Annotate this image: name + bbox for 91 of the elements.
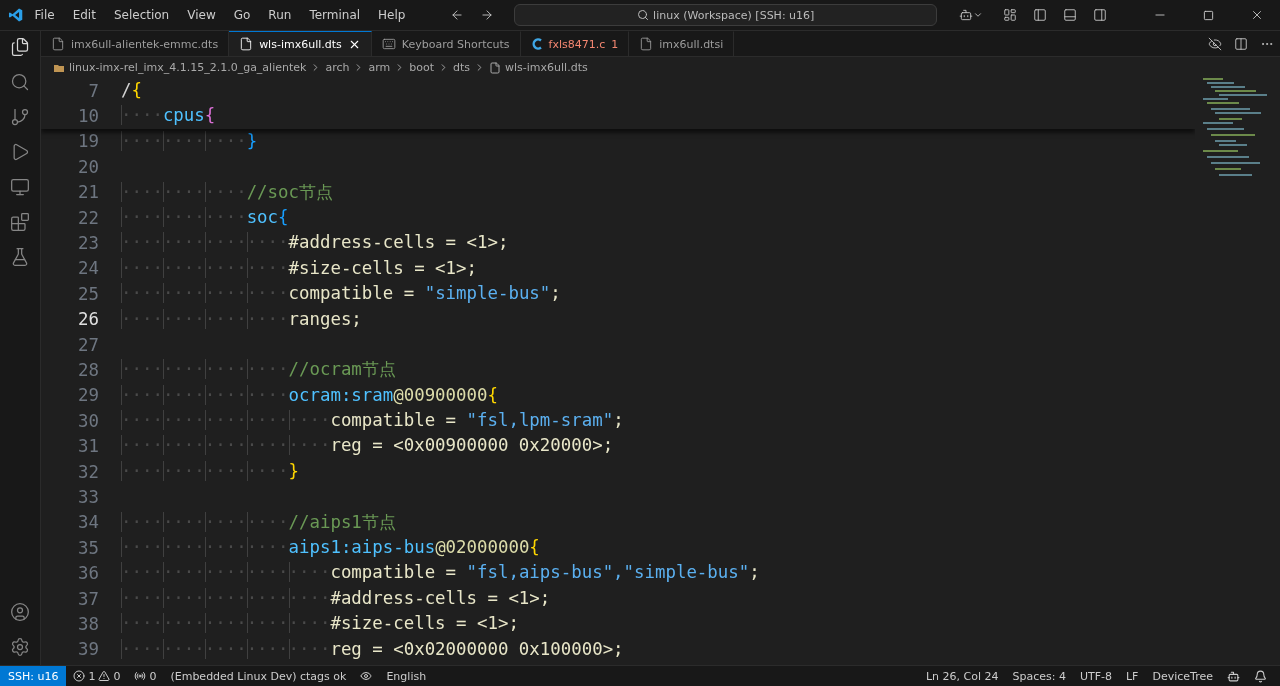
line-number: 20 <box>77 156 100 177</box>
search-icon <box>637 9 650 21</box>
extensions-icon[interactable] <box>10 212 30 232</box>
remote-explorer-icon[interactable] <box>10 177 30 197</box>
line-number: 33 <box>77 486 100 507</box>
file-icon <box>489 61 502 74</box>
code-line: ····················#address-cells = <1>; <box>121 586 551 610</box>
problems-indicator[interactable]: 1 0 <box>66 669 128 683</box>
line-number: 37 <box>77 588 100 609</box>
flask-icon[interactable] <box>10 247 30 267</box>
line-number: 24 <box>77 258 100 279</box>
code-line: ············soc{ <box>121 205 289 229</box>
line-number: 38 <box>77 613 100 634</box>
settings-icon[interactable] <box>10 637 30 657</box>
code-line: ················#size-cells = <1>; <box>121 256 477 280</box>
problem-count: 1 <box>611 37 619 51</box>
tab-label: imx6ull-alientek-emmc.dts <box>71 37 219 51</box>
code-line: ············//soc节点 <box>121 180 333 204</box>
menu-item[interactable]: Help <box>371 6 413 24</box>
search-icon[interactable] <box>10 72 30 92</box>
task-status[interactable]: (Embedded Linux Dev) ctags ok <box>163 669 354 683</box>
file-icon <box>239 37 254 51</box>
line-number: 23 <box>77 233 100 254</box>
code-line: ····················compatible = "fsl,aips-bus","simple-bus"; <box>121 561 760 585</box>
code-line: ····················#size-cells = <1>; <box>121 612 519 636</box>
source-control-icon[interactable] <box>10 107 30 127</box>
workspace-title: linux (Workspace) [SSH: u16] <box>653 8 815 22</box>
line-number: 34 <box>77 512 100 533</box>
code-line: ················//aips1节点 <box>121 510 396 534</box>
tab-label: fxls8471.c <box>548 37 606 51</box>
app-logo-icon[interactable] <box>8 6 24 24</box>
menu-item[interactable]: View <box>180 6 223 24</box>
menu-item[interactable]: Run <box>261 6 299 24</box>
line-number: 26 <box>77 309 100 330</box>
status-item[interactable]: LF <box>1119 669 1146 683</box>
line-number: 22 <box>77 207 100 228</box>
tab-label: wls-imx6ull.dts <box>259 37 342 51</box>
code-line: /{ <box>121 79 142 102</box>
code-line: ····cpus{ <box>121 104 216 128</box>
line-number: 21 <box>77 182 100 203</box>
code-line: ················ocram:sram@00900000{ <box>121 383 498 407</box>
editor-tab[interactable]: wls-imx6ull.dts <box>229 31 372 56</box>
files-icon[interactable] <box>10 37 30 57</box>
code-line: ················//ocram节点 <box>121 358 396 382</box>
code-line: ············} <box>121 129 258 153</box>
file-icon <box>51 37 65 51</box>
line-number: 29 <box>77 385 100 406</box>
command-center[interactable]: linux (Workspace) [SSH: u16] <box>514 4 937 26</box>
menu-item[interactable]: File <box>27 6 62 24</box>
line-number: 28 <box>77 360 100 380</box>
remote-indicator[interactable]: SSH: u16 <box>0 666 67 686</box>
breadcrumb-item[interactable]: boot <box>409 61 435 74</box>
menu-item[interactable]: Go <box>226 6 258 24</box>
line-number: 35 <box>77 537 100 558</box>
code-line: ················aips1:aips-bus@02000000{ <box>121 536 540 560</box>
file-icon <box>639 37 654 51</box>
line-number: 19 <box>77 131 100 152</box>
line-number: 30 <box>77 410 100 431</box>
status-item[interactable]: UTF-8 <box>1072 669 1119 683</box>
keyboard-icon <box>381 37 396 51</box>
breadcrumb-item[interactable]: wls-imx6ull.dts <box>505 61 588 74</box>
menu-item[interactable]: Edit <box>65 6 103 24</box>
code-line: ····················reg = <0x02000000 0x100000>; <box>121 637 624 661</box>
breadcrumb-item[interactable]: linux-imx-rel_imx_4.1.15_2.1.0_ga_alientek <box>69 61 307 74</box>
code-line: ················} <box>121 459 299 483</box>
line-number: 39 <box>77 639 100 660</box>
status-item[interactable]: Spaces: 4 <box>1005 669 1073 683</box>
breadcrumb-item[interactable]: arch <box>325 61 350 74</box>
account-icon[interactable] <box>10 602 30 622</box>
code-line: ················compatible = "simple-bus"; <box>121 282 561 306</box>
code-line: ····················compatible = "fsl,lpm-sram"; <box>121 409 624 433</box>
line-number: 32 <box>77 461 100 482</box>
tab-label: imx6ull.dtsi <box>659 37 724 51</box>
menu-item[interactable]: Terminal <box>302 6 368 24</box>
status-item[interactable]: Ln 26, Col 24 <box>918 669 1006 683</box>
line-number: 25 <box>77 283 100 304</box>
tab-label: Keyboard Shortcuts <box>401 37 510 51</box>
line-number: 27 <box>77 334 100 355</box>
code-line: ················#address-cells = <1>; <box>121 231 509 255</box>
line-number: 36 <box>77 563 100 584</box>
code-line: ····················reg = <0x00900000 0x20000>; <box>121 434 614 458</box>
input-language[interactable]: English <box>379 669 434 683</box>
line-number: 31 <box>77 436 100 457</box>
menu-item[interactable]: Selection <box>106 6 177 24</box>
status-item[interactable]: DeviceTree <box>1145 669 1220 683</box>
ports-indicator[interactable]: 0 <box>127 669 164 683</box>
line-number: 7 <box>87 80 100 101</box>
line-number: 10 <box>77 106 100 127</box>
breadcrumb-item[interactable]: dts <box>453 61 471 74</box>
breadcrumb-item[interactable]: arm <box>368 61 391 74</box>
c-language-icon <box>530 37 543 51</box>
